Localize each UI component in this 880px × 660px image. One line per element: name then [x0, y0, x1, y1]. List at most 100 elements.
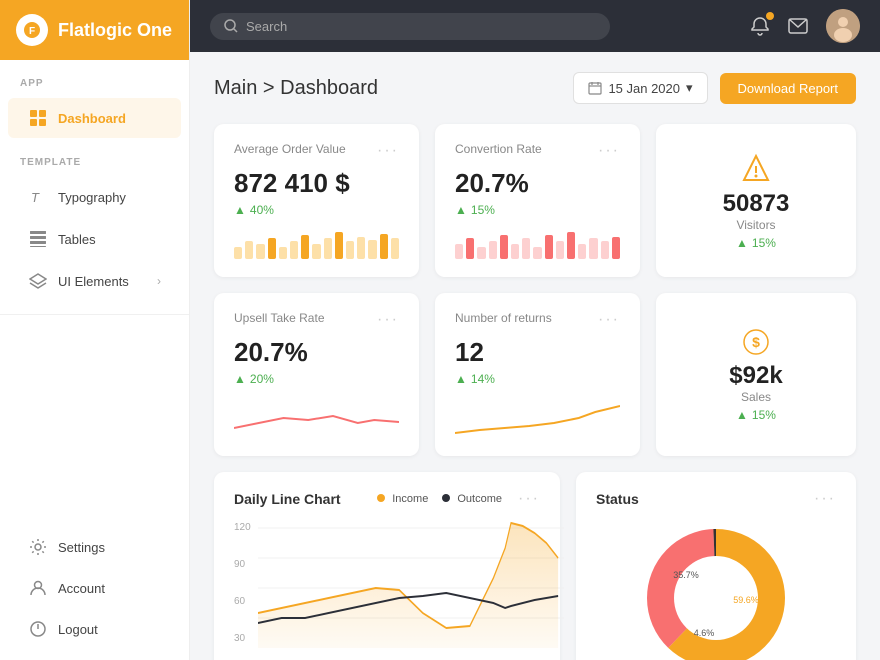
bar	[578, 244, 586, 259]
bar	[234, 247, 242, 259]
date-picker[interactable]: 15 Jan 2020 ▾	[573, 72, 707, 104]
header-actions: 15 Jan 2020 ▾ Download Report	[573, 72, 856, 104]
card1-menu[interactable]: ···	[377, 142, 399, 160]
card2-change: ▲ 15%	[455, 203, 620, 217]
bar	[601, 241, 609, 259]
section-template-label: TEMPLATE	[0, 139, 189, 176]
chevron-icon: ›	[157, 274, 161, 288]
top-cards-grid: Average Order Value ··· 872 410 $ ▲ 40%	[214, 124, 856, 277]
search-input[interactable]	[246, 19, 596, 34]
ui-elements-label: UI Elements	[58, 274, 129, 289]
bar	[545, 235, 553, 259]
bar	[455, 244, 463, 259]
sidebar-item-ui-elements[interactable]: UI Elements ›	[8, 261, 181, 301]
card1-label: Average Order Value	[234, 142, 346, 156]
y-label: 60	[234, 596, 251, 607]
y-label: 120	[234, 522, 251, 533]
card1-value: 872 410 $	[234, 168, 399, 199]
card2-header: Convertion Rate ···	[455, 142, 620, 160]
bar	[477, 247, 485, 259]
user-avatar[interactable]	[826, 9, 860, 43]
status-chart-menu[interactable]: ···	[814, 490, 836, 508]
card-upsell-change-value: 20%	[250, 372, 274, 386]
bar	[489, 241, 497, 259]
sidebar-item-tables[interactable]: Tables	[8, 219, 181, 259]
card-upsell: Upsell Take Rate ··· 20.7% ▲ 20%	[214, 293, 419, 456]
sales-label: Sales	[741, 390, 771, 404]
search-icon	[224, 19, 238, 33]
sidebar-item-account[interactable]: Account	[8, 568, 181, 608]
settings-icon	[28, 537, 48, 557]
arrow-up-icon: ▲	[234, 372, 246, 386]
svg-text:35.7%: 35.7%	[673, 570, 699, 580]
date-label: 15 Jan 2020	[608, 81, 680, 96]
bar	[279, 247, 287, 259]
arrow-up-icon: ▲	[455, 203, 467, 217]
mail-icon[interactable]	[788, 18, 808, 34]
card2-bars	[455, 229, 620, 259]
sidebar-item-settings[interactable]: Settings	[8, 527, 181, 567]
card-upsell-header: Upsell Take Rate ···	[234, 311, 399, 329]
card-upsell-menu[interactable]: ···	[377, 311, 399, 329]
y-label: 30	[234, 633, 251, 644]
outcome-label: Outcome	[457, 493, 502, 505]
line-chart-menu[interactable]: ···	[518, 490, 540, 508]
bar	[301, 235, 309, 259]
sidebar-item-typography[interactable]: T Typography	[8, 177, 181, 217]
visitors-value: 50873	[723, 190, 790, 218]
returns-line-chart	[455, 398, 620, 438]
typography-icon: T	[28, 187, 48, 207]
status-chart-header: Status ···	[596, 490, 836, 508]
logout-label: Logout	[58, 622, 98, 637]
section-app-label: APP	[0, 60, 189, 97]
arrow-up-icon: ▲	[234, 203, 246, 217]
card-returns-header: Number of returns ···	[455, 311, 620, 329]
bar	[511, 244, 519, 259]
notification-badge	[766, 12, 774, 20]
bar	[556, 241, 564, 259]
bar	[256, 244, 264, 259]
line-chart-container: 120 90 60 30	[234, 518, 540, 648]
card-sales: $ $92k Sales ▲ 15%	[656, 293, 856, 456]
card-upsell-value: 20.7%	[234, 337, 399, 368]
card-returns-change: ▲ 14%	[455, 372, 620, 386]
bar	[533, 247, 541, 259]
download-report-button[interactable]: Download Report	[720, 73, 856, 104]
card-upsell-label: Upsell Take Rate	[234, 311, 325, 325]
account-icon	[28, 578, 48, 598]
visitors-icon	[740, 152, 772, 184]
visitors-change: ▲ 15%	[736, 236, 776, 250]
upsell-line-chart	[234, 398, 399, 438]
card1-header: Average Order Value ···	[234, 142, 399, 160]
card1-change: ▲ 40%	[234, 203, 399, 217]
visitors-label: Visitors	[736, 218, 775, 232]
line-chart-card: Daily Line Chart Income Outcome	[214, 472, 560, 660]
card-conversion-rate: Convertion Rate ··· 20.7% ▲ 15%	[435, 124, 640, 277]
status-chart-card: Status ··· 35.7% 59.	[576, 472, 856, 660]
bar	[466, 238, 474, 259]
line-chart-controls: Income Outcome ···	[377, 490, 540, 508]
svg-text:4.6%: 4.6%	[694, 628, 715, 638]
card2-value: 20.7%	[455, 168, 620, 199]
search-box[interactable]	[210, 13, 610, 40]
card-returns-menu[interactable]: ···	[598, 311, 620, 329]
sales-change-value: 15%	[752, 408, 776, 422]
layers-icon	[28, 271, 48, 291]
sidebar-item-logout[interactable]: Logout	[8, 609, 181, 649]
sales-change: ▲ 15%	[736, 408, 776, 422]
settings-label: Settings	[58, 540, 105, 555]
bottom-cards-grid: Upsell Take Rate ··· 20.7% ▲ 20% Number …	[214, 293, 856, 456]
legend-outcome: Outcome	[442, 493, 502, 505]
bar	[589, 238, 597, 259]
sidebar-header: F Flatlogic One	[0, 0, 189, 60]
bar	[380, 234, 388, 260]
page-content: Main > Dashboard 15 Jan 2020 ▾ Download …	[190, 52, 880, 660]
bar	[522, 238, 530, 259]
sidebar-item-dashboard[interactable]: Dashboard	[8, 98, 181, 138]
card2-menu[interactable]: ···	[598, 142, 620, 160]
page-title: Main > Dashboard	[214, 77, 378, 100]
notification-bell[interactable]	[750, 16, 770, 36]
bottom-charts: Daily Line Chart Income Outcome	[214, 472, 856, 660]
dashboard-icon	[28, 108, 48, 128]
sidebar-divider	[0, 314, 189, 315]
